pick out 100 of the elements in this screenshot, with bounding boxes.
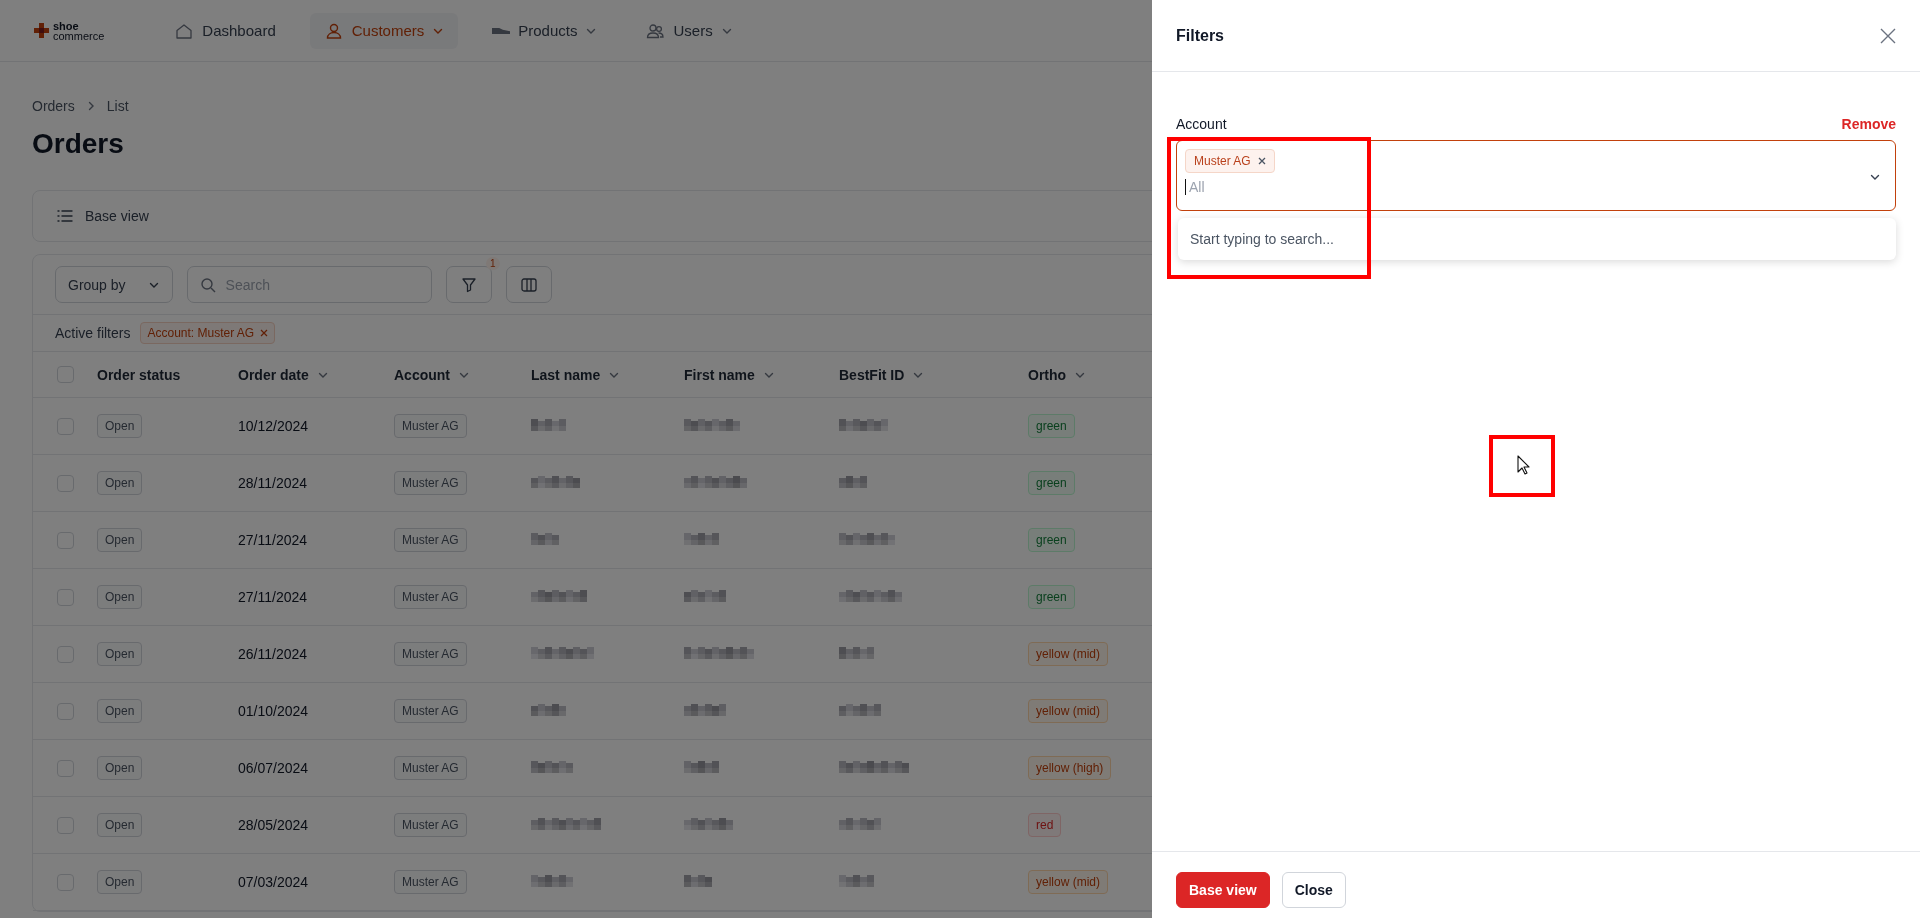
columns-icon: [520, 277, 537, 292]
blurred-text: [839, 419, 888, 431]
account-tag: Muster AG: [394, 870, 467, 894]
blurred-text: [839, 875, 874, 887]
account-tag: Muster AG: [394, 642, 467, 666]
blurred-text: [531, 590, 587, 602]
shoe-icon: [492, 27, 511, 34]
blurred-text: [839, 533, 895, 545]
account-tag: Muster AG: [394, 471, 467, 495]
breadcrumb-link[interactable]: Orders: [32, 98, 75, 114]
blurred-text: [839, 818, 881, 830]
status-tag: Open: [97, 642, 143, 666]
search-icon: [199, 276, 216, 293]
blurred-text: [684, 704, 726, 716]
nav-item[interactable]: Products: [478, 14, 612, 47]
close-icon[interactable]: [1257, 157, 1266, 165]
blurred-text: [839, 704, 881, 716]
blurred-text: [839, 761, 909, 773]
table-cell-text: 27/11/2024: [238, 589, 309, 605]
status-tag: Open: [97, 870, 143, 894]
ortho-tag: yellow (mid): [1028, 699, 1108, 723]
blurred-text: [839, 590, 902, 602]
account-tag: Muster AG: [394, 756, 467, 780]
list-icon: [57, 209, 73, 223]
status-tag: Open: [97, 813, 143, 837]
ortho-tag: green: [1028, 414, 1075, 438]
ortho-tag: green: [1028, 585, 1075, 609]
ortho-tag: red: [1028, 813, 1062, 837]
account-tag: Muster AG: [394, 528, 467, 552]
table-cell-text: 28/05/2024: [238, 817, 310, 833]
breadcrumb-current: List: [106, 98, 129, 114]
blurred-text: [531, 533, 559, 545]
view-name[interactable]: Base view: [85, 208, 149, 224]
column-header[interactable]: Account: [394, 366, 470, 383]
table-cell-text: 10/12/2024: [238, 418, 310, 434]
status-tag: Open: [97, 756, 143, 780]
blurred-text: [684, 761, 719, 773]
blurred-text: [839, 647, 874, 659]
column-header[interactable]: Order date: [238, 366, 329, 383]
close-icon[interactable]: [1880, 27, 1896, 44]
ortho-tag: yellow (mid): [1028, 642, 1108, 666]
blurred-text: [531, 419, 566, 431]
blurred-text: [684, 818, 733, 830]
highlight-box: [1489, 435, 1555, 497]
multi-select-field[interactable]: Muster AG All: [1176, 140, 1896, 211]
nav-item[interactable]: Users: [631, 12, 747, 49]
ortho-tag: yellow (mid): [1028, 870, 1108, 894]
blurred-text: [531, 818, 601, 830]
filter-tag[interactable]: Account: Muster AG: [140, 322, 276, 344]
status-tag: Open: [97, 699, 143, 723]
account-tag: Muster AG: [394, 813, 467, 837]
logo-icon: [34, 22, 50, 39]
blurred-text: [684, 875, 712, 887]
column-header[interactable]: Last name: [531, 366, 621, 383]
blurred-text: [531, 704, 566, 716]
panel-title: Filters: [1176, 26, 1224, 45]
blurred-text: [684, 533, 719, 545]
base-view-button[interactable]: Base view: [1176, 872, 1270, 908]
blurred-text: [684, 590, 726, 602]
remove-link[interactable]: Remove: [1841, 116, 1896, 132]
count-badge: 1: [486, 257, 500, 270]
ortho-tag: yellow (high): [1028, 756, 1112, 780]
page-title: Orders: [32, 128, 124, 160]
account-tag: Muster AG: [394, 699, 467, 723]
status-tag: Open: [97, 414, 143, 438]
blurred-text: [531, 647, 594, 659]
column-header[interactable]: First name: [684, 366, 775, 383]
field-label: Account: [1176, 116, 1227, 132]
columns-button[interactable]: [505, 266, 552, 303]
account-tag: Muster AG: [394, 414, 467, 438]
blurred-text: [531, 476, 580, 488]
account-tag: Muster AG: [394, 585, 467, 609]
nav-item[interactable]: Dashboard: [160, 12, 290, 49]
active-filters-label: Active filters: [55, 325, 131, 341]
status-tag: Open: [97, 528, 143, 552]
column-header[interactable]: Order status: [97, 366, 181, 383]
blurred-text: [684, 476, 747, 488]
blurred-text: [684, 647, 754, 659]
logo-text: commerce: [53, 30, 105, 41]
filter-button[interactable]: [445, 266, 492, 303]
table-cell-text: 07/03/2024: [238, 874, 310, 890]
logo-text: shoe: [53, 20, 80, 31]
table-cell-text: 26/11/2024: [238, 646, 309, 662]
table-cell-text: 28/11/2024: [238, 475, 309, 491]
ortho-tag: green: [1028, 471, 1075, 495]
status-tag: Open: [97, 585, 143, 609]
column-header[interactable]: BestFit ID: [839, 366, 925, 383]
group-by-button[interactable]: Group by: [55, 266, 173, 303]
table-cell-text: 06/07/2024: [238, 760, 310, 776]
nav-item[interactable]: Customers: [309, 12, 459, 49]
blurred-text: [531, 875, 573, 887]
table-cell-text: 01/10/2024: [238, 703, 310, 719]
close-button[interactable]: Close: [1281, 872, 1346, 908]
blurred-text: [531, 761, 573, 773]
table-cell-text: 27/11/2024: [238, 532, 309, 548]
dropdown-hint: Start typing to search...: [1190, 231, 1334, 247]
close-icon[interactable]: [260, 329, 269, 337]
column-header[interactable]: Ortho: [1028, 366, 1087, 383]
blurred-text: [684, 419, 740, 431]
selected-tag: Muster AG: [1185, 149, 1275, 173]
